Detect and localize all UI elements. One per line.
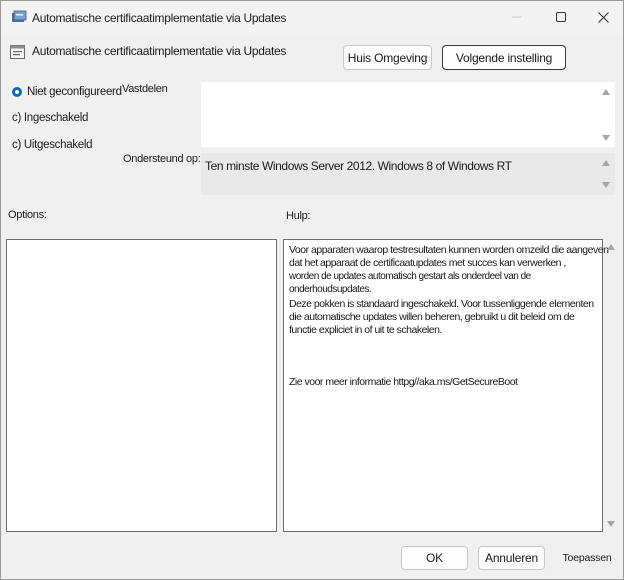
radio-not-configured-label: Niet geconfigureerd (27, 86, 122, 98)
scroll-up-icon[interactable] (602, 160, 610, 166)
close-button[interactable] (581, 1, 624, 33)
policy-setting-icon (10, 45, 25, 59)
maximize-icon (556, 12, 566, 22)
supported-on-value: Ten minste Windows Server 2012. Windows … (205, 159, 512, 173)
scroll-up-icon[interactable] (607, 244, 615, 250)
comment-textarea[interactable] (201, 82, 615, 147)
radio-disabled[interactable]: c) Uitgeschakeld (12, 139, 93, 151)
help-line: die automatische updates willen beheren,… (289, 311, 575, 323)
policy-editor-window: Automatische certificaatimplementatie vi… (0, 0, 624, 580)
window-title: Automatische certificaatimplementatie vi… (32, 11, 287, 25)
minimize-button[interactable] (495, 1, 539, 33)
apply-button[interactable]: Toepassen (554, 546, 620, 570)
scroll-down-icon[interactable] (602, 135, 610, 141)
radio-disabled-label: c) Uitgeschakeld (12, 139, 93, 151)
minimize-icon (512, 16, 522, 18)
help-line: Voor apparaten waarop testresultaten kun… (289, 244, 609, 256)
radio-selected-indicator (12, 87, 22, 97)
next-setting-button[interactable]: Volgende instelling (442, 45, 566, 70)
close-icon (597, 11, 609, 23)
title-bar: Automatische certificaatimplementatie vi… (1, 1, 623, 33)
previous-setting-button[interactable]: Huis Omgeving (343, 45, 432, 70)
maximize-button[interactable] (539, 1, 583, 33)
scroll-up-icon[interactable] (602, 89, 610, 95)
help-line: dat het apparaat de certificaatupdates m… (289, 257, 566, 269)
policy-app-icon (12, 10, 27, 22)
supported-on-box: Ten minste Windows Server 2012. Windows … (201, 153, 615, 195)
comment-label: Vastdelen (122, 83, 168, 95)
scroll-down-icon[interactable] (602, 182, 610, 188)
setting-title: Automatische certificaatimplementatie vi… (32, 44, 287, 58)
help-text: Voor apparaten waarop testresultaten kun… (289, 244, 611, 389)
help-more-info: Zie voor meer informatie httpg//aka.ms/G… (289, 376, 518, 388)
options-panel (6, 239, 277, 532)
radio-enabled[interactable]: c) Ingeschakeld (12, 112, 88, 124)
supported-on-label: Ondersteund op: (123, 153, 201, 165)
cancel-button[interactable]: Annuleren (478, 546, 545, 570)
radio-enabled-label: c) Ingeschakeld (12, 112, 89, 124)
help-line: worden de updates automatisch gestart al… (289, 271, 531, 295)
scroll-down-icon[interactable] (607, 521, 615, 527)
help-label: Hulp: (286, 210, 311, 222)
radio-not-configured[interactable]: Niet geconfigureerd (12, 86, 122, 98)
help-line: Deze pokken is standaard ingeschakeld. V… (289, 298, 594, 310)
help-line: functie expliciet in of uit te schakelen… (289, 324, 442, 336)
ok-button[interactable]: OK (401, 546, 468, 570)
options-label: Options: (8, 209, 47, 221)
